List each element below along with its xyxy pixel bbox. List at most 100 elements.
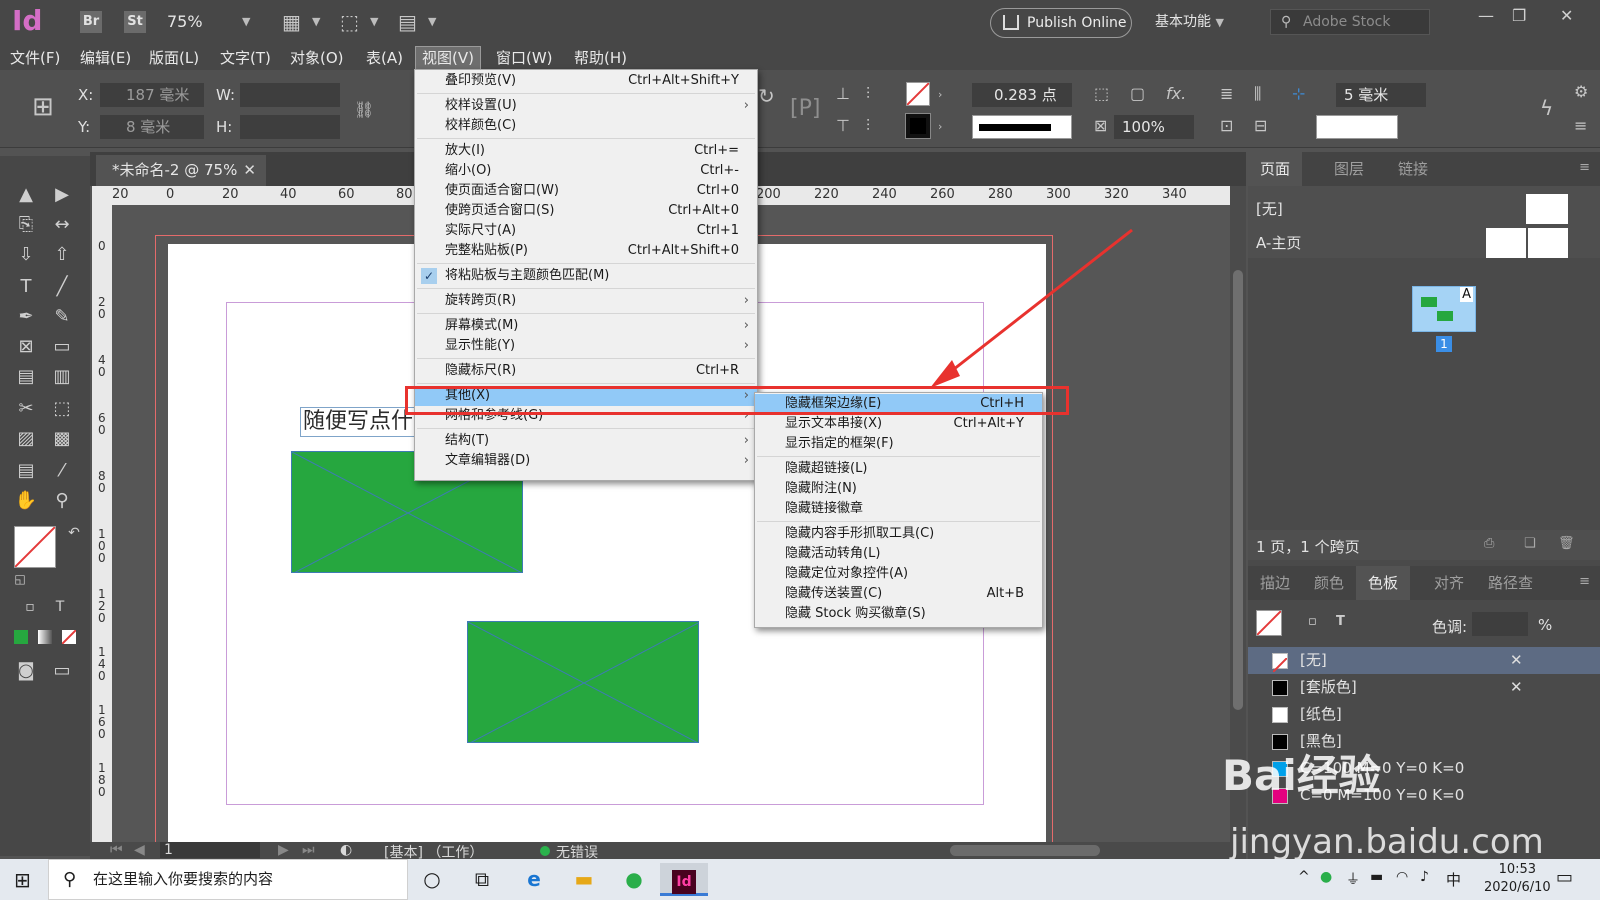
taskbar-search[interactable]: ⚲ 在这里输入你要搜索的内容 [48,859,408,900]
next-page-icon[interactable]: ▶ [278,842,289,858]
spacing-icon[interactable]: ⊹ [1292,84,1305,103]
menu-view[interactable]: 视图(V) [415,46,481,70]
wechat-icon[interactable]: ● [610,863,658,896]
swatch-fill-proxy[interactable] [1256,610,1282,636]
text-align-icon[interactable]: ≣ [1220,84,1233,103]
view-menu-item[interactable]: 完整粘贴板(P) Ctrl+Alt+Shift+0 [415,241,757,261]
none-master-thumb[interactable] [1526,194,1568,224]
gear-icon[interactable]: ⚙ [1574,82,1588,101]
view-menu-item[interactable]: 使跨页适合窗口(S) Ctrl+Alt+0 [415,201,757,221]
formatting-text-icon[interactable]: T [1336,614,1345,629]
page-number-field[interactable]: 1 [160,842,260,858]
distribute-center-icon[interactable]: ⫶ [866,116,870,136]
selection-tool-icon[interactable]: ▲ [12,182,40,208]
view-mode-icon[interactable]: ◙ [12,658,40,684]
object-style-select[interactable] [1316,115,1398,139]
wifi-icon[interactable]: ◠ [1396,869,1408,885]
view-menu-item[interactable]: 校样设置(U) › [415,96,757,116]
align-top-icon[interactable]: ⊥ [836,84,850,103]
view-menu-item[interactable]: 结构(T) › [415,431,757,451]
other-menu-item[interactable]: 隐藏定位对象控件(A) [755,564,1042,584]
view-menu-item[interactable]: 文章编辑器(D) › [415,451,757,471]
notification-icon[interactable]: ▭ [1556,867,1573,888]
other-menu-item[interactable]: 隐藏附注(N) [755,479,1042,499]
align-center-icon[interactable]: ⊤ [836,116,850,135]
view-menu-item[interactable]: 使页面适合窗口(W) Ctrl+0 [415,181,757,201]
free-transform-tool-icon[interactable]: ⬚ [48,396,76,422]
other-menu-item[interactable]: 隐藏活动转角(L) [755,544,1042,564]
direct-selection-tool-icon[interactable]: ▶ [48,182,76,208]
horizontal-scrollbar-thumb[interactable] [950,845,1100,856]
tab-stroke[interactable]: 描边 [1248,566,1302,600]
drop-shadow-icon[interactable]: ▢ [1130,84,1145,103]
fill-color-swatch[interactable] [14,526,56,568]
w-field[interactable] [240,83,340,107]
swatch-row[interactable]: [无] ✕ [1248,647,1600,674]
formatting-container-icon[interactable]: ▫ [1308,614,1317,629]
page-tool-icon[interactable]: ⎘ [12,212,40,238]
swap-colors-icon[interactable]: ↶ [60,520,88,546]
last-page-icon[interactable]: ⏭ [302,842,315,858]
view-menu-item[interactable]: 叠印预览(V) Ctrl+Alt+Shift+Y [415,71,757,91]
formatting-container-icon[interactable]: ▫ [16,594,44,620]
line-tool-icon[interactable]: ╱ [48,274,76,300]
zoom-level[interactable]: 75% [167,12,203,31]
chevron-down-icon[interactable]: ▼ [428,15,436,28]
close-tab-icon[interactable]: ✕ [243,155,256,186]
gradient-feather-tool-icon[interactable]: ▩ [48,426,76,452]
opacity-field[interactable]: 100% [1114,115,1194,139]
content-collector-icon[interactable]: ⇩ [12,242,40,268]
chevron-right-icon[interactable]: › [938,120,942,133]
tab-swatches[interactable]: 色板 [1356,566,1411,600]
menu-layout[interactable]: 版面(L) [143,47,205,69]
image-frame-2[interactable] [467,621,699,743]
default-colors-icon[interactable]: ◱ [6,566,34,592]
type-tool-icon[interactable]: T [12,274,40,300]
stroke-swatch[interactable] [905,113,931,139]
volume-icon[interactable]: ♪ [1420,869,1429,885]
menu-edit[interactable]: 编辑(E) [74,47,137,69]
edit-page-size-icon[interactable]: ⎙ [1484,536,1494,551]
reference-point-icon[interactable]: ⊞ [32,92,54,122]
note-tool-icon[interactable]: ▤ [12,458,40,484]
chevron-down-icon[interactable]: ▼ [242,15,250,28]
eyedropper-tool-icon[interactable]: ⁄ [48,458,76,484]
taskbar-clock[interactable]: 10:53 2020/6/10 [1484,861,1551,897]
arrange-documents-icon[interactable]: ▤ [398,10,417,34]
text-justify-icon[interactable]: ⫼ [1254,84,1261,104]
close-icon[interactable]: ✕ [1560,6,1573,25]
adobe-stock-search[interactable]: ⚲ Adobe Stock [1270,9,1430,35]
preflight-profile-icon[interactable]: ◐ [340,842,352,858]
view-menu-item[interactable]: 校样颜色(C) [415,116,757,136]
other-menu-item[interactable]: 隐藏 Stock 购买徽章(S) [755,604,1042,624]
show-hidden-icons-icon[interactable]: ^ [1298,869,1310,885]
view-menu-item[interactable]: 屏幕模式(M) › [415,316,757,336]
a-master-thumb-left[interactable] [1486,228,1526,258]
effects-icon[interactable]: fx. [1166,84,1186,103]
view-options-icon[interactable]: ▦ [282,10,301,34]
edge-browser-icon[interactable]: e [510,863,558,896]
workspace-switcher[interactable]: 基本功能 ▼ [1155,11,1224,31]
gradient-tool-icon[interactable]: ▨ [12,426,40,452]
other-menu-item[interactable]: 隐藏超链接(L) [755,459,1042,479]
menu-type[interactable]: 文字(T) [214,47,277,69]
formatting-text-icon[interactable]: T [46,594,74,620]
constrain-proportions-icon[interactable]: ⛓ [354,100,374,119]
tab-links[interactable]: 链接 [1386,152,1440,186]
opacity-icon[interactable]: ⊠ [1094,116,1107,135]
view-menu-item[interactable]: 实际尺寸(A) Ctrl+1 [415,221,757,241]
apply-gradient-icon[interactable] [38,630,52,644]
menu-object[interactable]: 对象(O) [284,47,350,69]
chevron-down-icon[interactable]: ▼ [312,15,320,28]
content-placer-icon[interactable]: ⇧ [48,242,76,268]
menu-table[interactable]: 表(A) [360,47,409,69]
paragraph-icon[interactable]: [P] [790,96,820,121]
file-explorer-icon[interactable]: ▬ [560,863,608,896]
task-view-icon[interactable]: ⧉ [458,863,506,896]
other-menu-item[interactable]: 隐藏传送装置(C) Alt+B [755,584,1042,604]
stroke-type-select[interactable] [972,115,1072,139]
bridge-button[interactable]: Br [80,11,102,33]
chevron-down-icon[interactable]: ▼ [370,15,378,28]
rotate-icon[interactable]: ↻ [758,84,775,108]
pen-tool-icon[interactable]: ✒ [12,304,40,330]
